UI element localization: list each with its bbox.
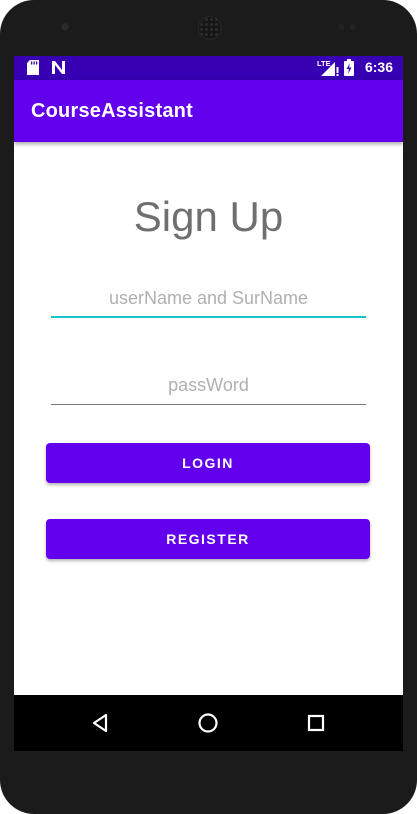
status-bar: LTE 6:36	[14, 56, 403, 80]
username-input[interactable]	[51, 278, 366, 318]
username-underline	[51, 316, 366, 318]
network-type-label: LTE	[317, 59, 331, 68]
recents-icon[interactable]	[302, 709, 330, 737]
password-underline	[51, 404, 366, 405]
battery-charging-icon	[344, 59, 354, 81]
password-input[interactable]	[51, 365, 366, 405]
status-time: 6:36	[364, 59, 393, 75]
login-button[interactable]: LOGIN	[46, 443, 370, 483]
back-icon[interactable]	[86, 709, 114, 737]
screen: LTE 6:36 CourseAssistant Sign Up userNam…	[14, 56, 403, 751]
phone-frame: LTE 6:36 CourseAssistant Sign Up userNam…	[0, 0, 417, 814]
password-field-container	[51, 365, 366, 405]
earpiece-speaker	[198, 16, 222, 40]
register-button[interactable]: REGISTER	[46, 519, 370, 559]
app-bar: CourseAssistant	[14, 80, 403, 142]
lte-signal-icon: LTE	[317, 59, 339, 81]
home-icon[interactable]	[194, 709, 222, 737]
front-camera	[60, 22, 70, 32]
app-title: CourseAssistant	[31, 100, 193, 122]
sd-card-icon	[27, 60, 39, 80]
navigation-bar	[14, 695, 403, 751]
notification-n-icon	[51, 60, 66, 80]
username-field-container	[51, 278, 366, 318]
page-title: Sign Up	[133, 193, 284, 240]
proximity-sensors	[338, 24, 362, 30]
